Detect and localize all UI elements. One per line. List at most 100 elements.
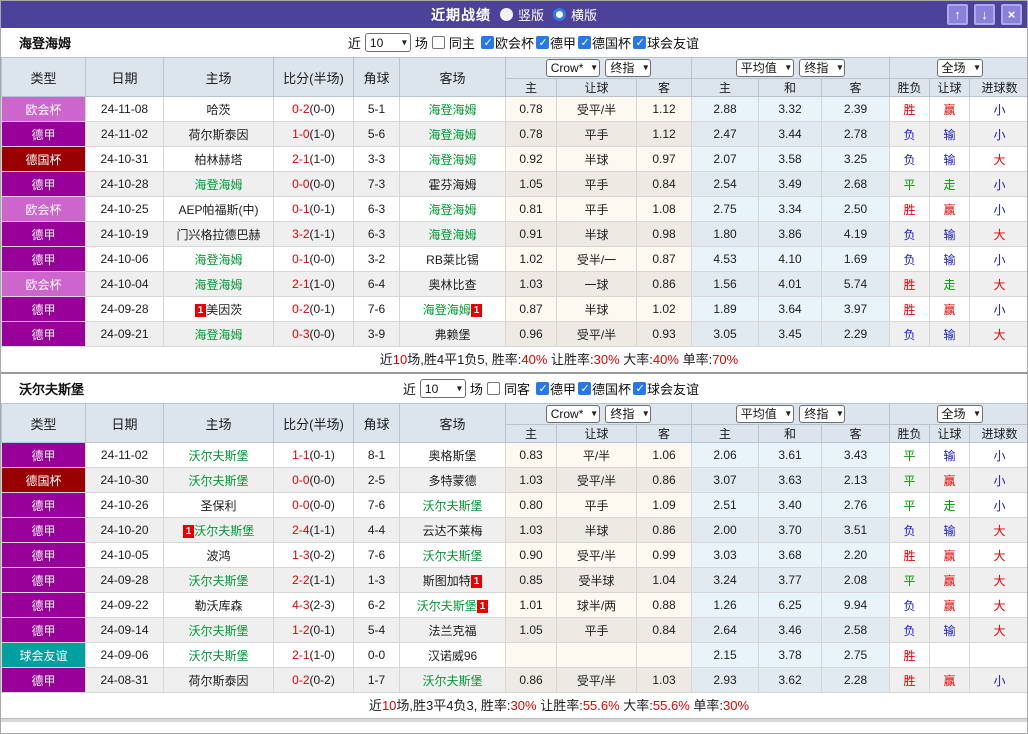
league-checkbox[interactable]: [535, 382, 549, 395]
handicap-cell: 平手: [556, 617, 637, 643]
match-row: 欧会杯 24-11-08 哈茨 0-2(0-0) 5-1 海登海姆 0.78 受平/半 1.12…: [1, 96, 1027, 122]
avg-away-cell: 2.29: [821, 321, 891, 347]
odds-time-select[interactable]: 终指: [605, 59, 652, 77]
away-team-name: 沃尔夫斯堡: [422, 673, 483, 688]
league-filter: 球会友谊: [632, 379, 699, 398]
league-checkbox[interactable]: [632, 382, 646, 395]
same-venue-label: 同主: [448, 36, 475, 51]
corner-cell: 7-6: [353, 296, 400, 322]
handicap-result-cell: 输: [929, 617, 971, 643]
league-checkbox[interactable]: [577, 36, 591, 49]
league-badge: 德甲: [1, 296, 86, 322]
handicap-result-cell: 赢: [929, 467, 971, 493]
fulltime-score: 0-0: [292, 177, 310, 191]
home-team-name: AEP帕福斯(中): [178, 202, 259, 217]
red-card-badge: 1: [182, 524, 195, 538]
avg-source-select[interactable]: 平均值: [735, 59, 794, 77]
scope-select[interactable]: 全场: [936, 59, 983, 77]
avg-home-cell: 2.47: [691, 121, 760, 147]
goals-result-cell: 小: [969, 467, 1027, 493]
league-badge: 德甲: [1, 542, 86, 568]
result-cell: 胜: [889, 667, 931, 693]
scope-select[interactable]: 全场: [936, 405, 983, 423]
league-badge: 德甲: [1, 246, 86, 272]
handicap-cell: 半球: [556, 221, 637, 247]
vertical-radio-label: 竖版: [517, 8, 544, 23]
fulltime-score: 1-2: [292, 623, 310, 637]
summary-segment: 场,胜4平1负5, 胜率:: [407, 352, 522, 367]
result-cell: 负: [889, 321, 931, 347]
goals-result-cell: 小: [969, 171, 1027, 197]
home-team-cell: 沃尔夫斯堡: [163, 467, 274, 493]
match-count-select[interactable]: 10: [364, 33, 411, 52]
match-count-select[interactable]: 10: [419, 379, 466, 398]
league-checkbox[interactable]: [535, 36, 549, 49]
layout-option-vertical[interactable]: 竖版: [499, 5, 544, 24]
home-odds-cell: 1.03: [505, 467, 557, 493]
away-team-name: 多特蒙德: [428, 473, 477, 488]
fulltime-score: 3-2: [292, 227, 310, 241]
odds-company-select[interactable]: Crow*: [545, 59, 600, 77]
halftime-score: (1-0): [309, 152, 335, 166]
halftime-score: (1-1): [309, 523, 335, 537]
avg-source-select[interactable]: 平均值: [735, 405, 794, 423]
avg-draw-cell: 3.77: [758, 567, 823, 593]
handicap-result-cell: 输: [929, 442, 971, 468]
handicap-cell: 半球: [556, 296, 637, 322]
avg-time-select[interactable]: 终指: [799, 405, 846, 423]
close-button[interactable]: ×: [1001, 4, 1022, 25]
same-venue-checkbox[interactable]: [486, 382, 500, 395]
score-cell: 2-1(1-0): [273, 271, 354, 297]
move-down-button[interactable]: ↓: [974, 4, 995, 25]
match-row: 德甲 24-09-28 沃尔夫斯堡 2-2(1-1) 1-3 斯图加特 1 0.85 受半球 1.…: [1, 567, 1027, 593]
away-odds-cell: 1.06: [635, 442, 693, 468]
league-checkbox[interactable]: [480, 36, 494, 49]
home-team-name: 波鸿: [206, 548, 231, 563]
move-up-button[interactable]: ↑: [947, 4, 968, 25]
goals-result-cell: 大: [969, 146, 1027, 172]
odds-time-select[interactable]: 终指: [605, 405, 652, 423]
league-checkbox[interactable]: [632, 36, 646, 49]
handicap-result-cell: 输: [929, 121, 971, 147]
avg-home-cell: 2.54: [691, 171, 760, 197]
vertical-radio[interactable]: [499, 8, 513, 21]
result-cell: 胜: [889, 642, 931, 668]
league-checkbox[interactable]: [577, 382, 591, 395]
halftime-score: (0-1): [309, 202, 335, 216]
fulltime-score: 0-2: [292, 673, 310, 687]
avg-home-cell: 3.24: [691, 567, 760, 593]
fulltime-score: 0-1: [292, 202, 310, 216]
summary-segment: 55.6%: [582, 698, 620, 713]
panel-title: 近期战绩: [430, 6, 491, 23]
col-odds-away: 客: [635, 78, 693, 97]
result-cell: 负: [889, 592, 931, 618]
same-venue-checkbox[interactable]: [431, 36, 445, 49]
away-odds-cell: 0.88: [635, 592, 693, 618]
match-row: 德甲 24-10-19 门兴格拉德巴赫 3-2(1-1) 6-3 海登海姆 0.91 半球 0.…: [1, 221, 1027, 247]
col-away: 客场: [399, 403, 506, 443]
col-score: 比分(半场): [273, 403, 354, 443]
league-badge: 欧会杯: [1, 271, 86, 297]
avg-draw-cell: 3.44: [758, 121, 823, 147]
odds-company-select[interactable]: Crow*: [545, 405, 600, 423]
layout-option-horizontal[interactable]: 横版: [553, 5, 597, 24]
avg-away-cell: 4.19: [821, 221, 891, 247]
away-team-name: 沃尔夫斯堡: [416, 598, 477, 613]
avg-home-cell: 3.05: [691, 321, 760, 347]
handicap-cell: 球半/两: [556, 592, 637, 618]
summary-segment: 近: [368, 698, 382, 713]
avg-time-select[interactable]: 终指: [799, 59, 846, 77]
score-cell: 4-3(2-3): [273, 592, 354, 618]
avg-home-cell: 2.00: [691, 517, 760, 543]
col-score: 比分(半场): [273, 57, 354, 97]
team-section-2: 沃尔夫斯堡 近 10 场 同客 德甲德国杯球会友谊 类型 日期 主场: [1, 372, 1027, 718]
league-badge: 欧会杯: [1, 96, 86, 122]
horizontal-radio[interactable]: [553, 8, 566, 21]
avg-home-cell: 2.06: [691, 442, 760, 468]
score-cell: 2-4(1-1): [273, 517, 354, 543]
match-row: 德甲 24-09-28 1 美因茨 0-2(0-1) 7-6 海登海姆 1 0.87 半球 1.02…: [1, 296, 1027, 322]
score-cell: 1-3(0-2): [273, 542, 354, 568]
col-corner: 角球: [353, 403, 400, 443]
avg-away-cell: 9.94: [821, 592, 891, 618]
match-row: 德甲 24-10-05 波鸿 1-3(0-2) 7-6 沃尔夫斯堡 0.90 受平/半 0.99…: [1, 542, 1027, 568]
